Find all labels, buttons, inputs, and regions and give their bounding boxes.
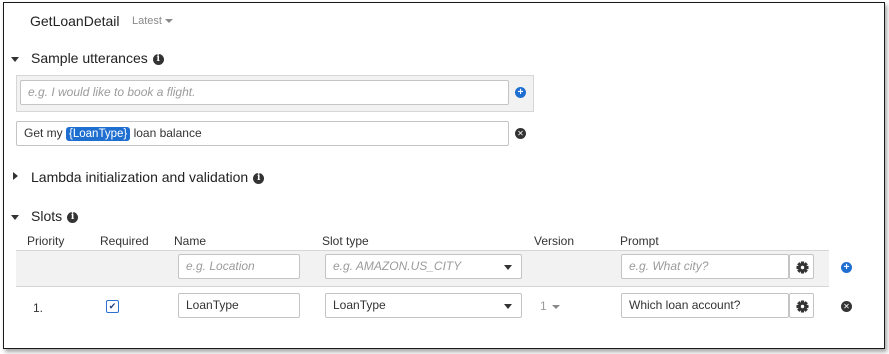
slot-prompt-value: Which loan account?	[629, 298, 741, 312]
slot-required-checkbox[interactable]: ✔	[106, 300, 119, 313]
slot-name-input[interactable]: LoanType	[178, 293, 300, 318]
utterance-text-after: loan balance	[133, 126, 202, 140]
intent-title: GetLoanDetail	[30, 13, 120, 29]
utterance-text-before: Get my	[24, 126, 63, 140]
intent-editor-panel: GetLoanDetail Latest Sample utterances i …	[3, 2, 885, 349]
utterance-item[interactable]: Get my {LoanType} loan balance	[16, 121, 509, 146]
utterance-slot-chip[interactable]: {LoanType}	[66, 127, 131, 141]
slot-version-dropdown[interactable]: 1	[540, 299, 560, 313]
utterance-input[interactable]: e.g. I would like to book a flight.	[20, 80, 509, 105]
slot-type-select[interactable]: LoanType	[325, 293, 522, 318]
version-label: Latest	[132, 15, 162, 27]
new-slot-prompt-input[interactable]: e.g. What city?	[621, 254, 789, 279]
new-slot-settings-button[interactable]	[789, 254, 814, 279]
lambda-section-title: Lambda initialization and validation	[31, 169, 249, 185]
chevron-down-icon	[551, 304, 560, 309]
lambda-section-toggle[interactable]	[13, 172, 18, 180]
new-slot-prompt-placeholder: e.g. What city?	[629, 259, 709, 273]
info-icon[interactable]: i	[152, 53, 164, 65]
col-slot-type: Slot type	[322, 234, 369, 248]
col-version: Version	[534, 234, 575, 248]
caret-down-icon	[11, 215, 19, 220]
sample-utterances-heading: Sample utterances i	[31, 50, 164, 66]
sample-utterances-title: Sample utterances	[31, 50, 148, 66]
col-required: Required	[100, 234, 149, 248]
caret-down-icon	[11, 57, 19, 62]
utterance-input-placeholder: e.g. I would like to book a flight.	[28, 85, 196, 99]
new-slot-type-select[interactable]: e.g. AMAZON.US_CITY	[325, 254, 522, 279]
caret-right-icon	[13, 172, 18, 180]
col-name: Name	[174, 234, 207, 248]
slot-priority: 1.	[33, 301, 44, 315]
remove-slot-icon[interactable]: ✕	[841, 301, 852, 312]
chevron-down-icon	[504, 265, 512, 270]
slots-title: Slots	[31, 208, 63, 224]
remove-utterance-icon[interactable]: ✕	[515, 128, 526, 139]
version-dropdown[interactable]: Latest	[132, 15, 173, 27]
chevron-down-icon	[164, 19, 173, 24]
new-slot-name-placeholder: e.g. Location	[186, 259, 255, 273]
slots-heading: Slots i	[31, 208, 79, 224]
new-slot-type-placeholder: e.g. AMAZON.US_CITY	[333, 259, 462, 273]
lambda-section-heading: Lambda initialization and validation i	[31, 169, 265, 185]
col-priority: Priority	[27, 234, 65, 248]
slot-type-value: LoanType	[333, 298, 386, 312]
info-icon[interactable]: i	[67, 211, 79, 223]
col-prompt: Prompt	[620, 234, 659, 248]
slot-version-value: 1	[540, 299, 547, 313]
slot-prompt-input[interactable]: Which loan account?	[621, 293, 789, 318]
slots-section-toggle[interactable]	[11, 215, 19, 220]
chevron-down-icon	[504, 304, 512, 309]
slot-settings-button[interactable]	[789, 293, 814, 318]
sample-utterances-toggle[interactable]	[11, 57, 19, 62]
add-slot-icon[interactable]: +	[841, 262, 852, 273]
info-icon[interactable]: i	[253, 172, 265, 184]
add-utterance-icon[interactable]: +	[515, 87, 526, 98]
gear-icon	[796, 300, 809, 313]
new-slot-name-input[interactable]: e.g. Location	[178, 254, 300, 279]
gear-icon	[796, 261, 809, 274]
slot-name-value: LoanType	[186, 298, 239, 312]
